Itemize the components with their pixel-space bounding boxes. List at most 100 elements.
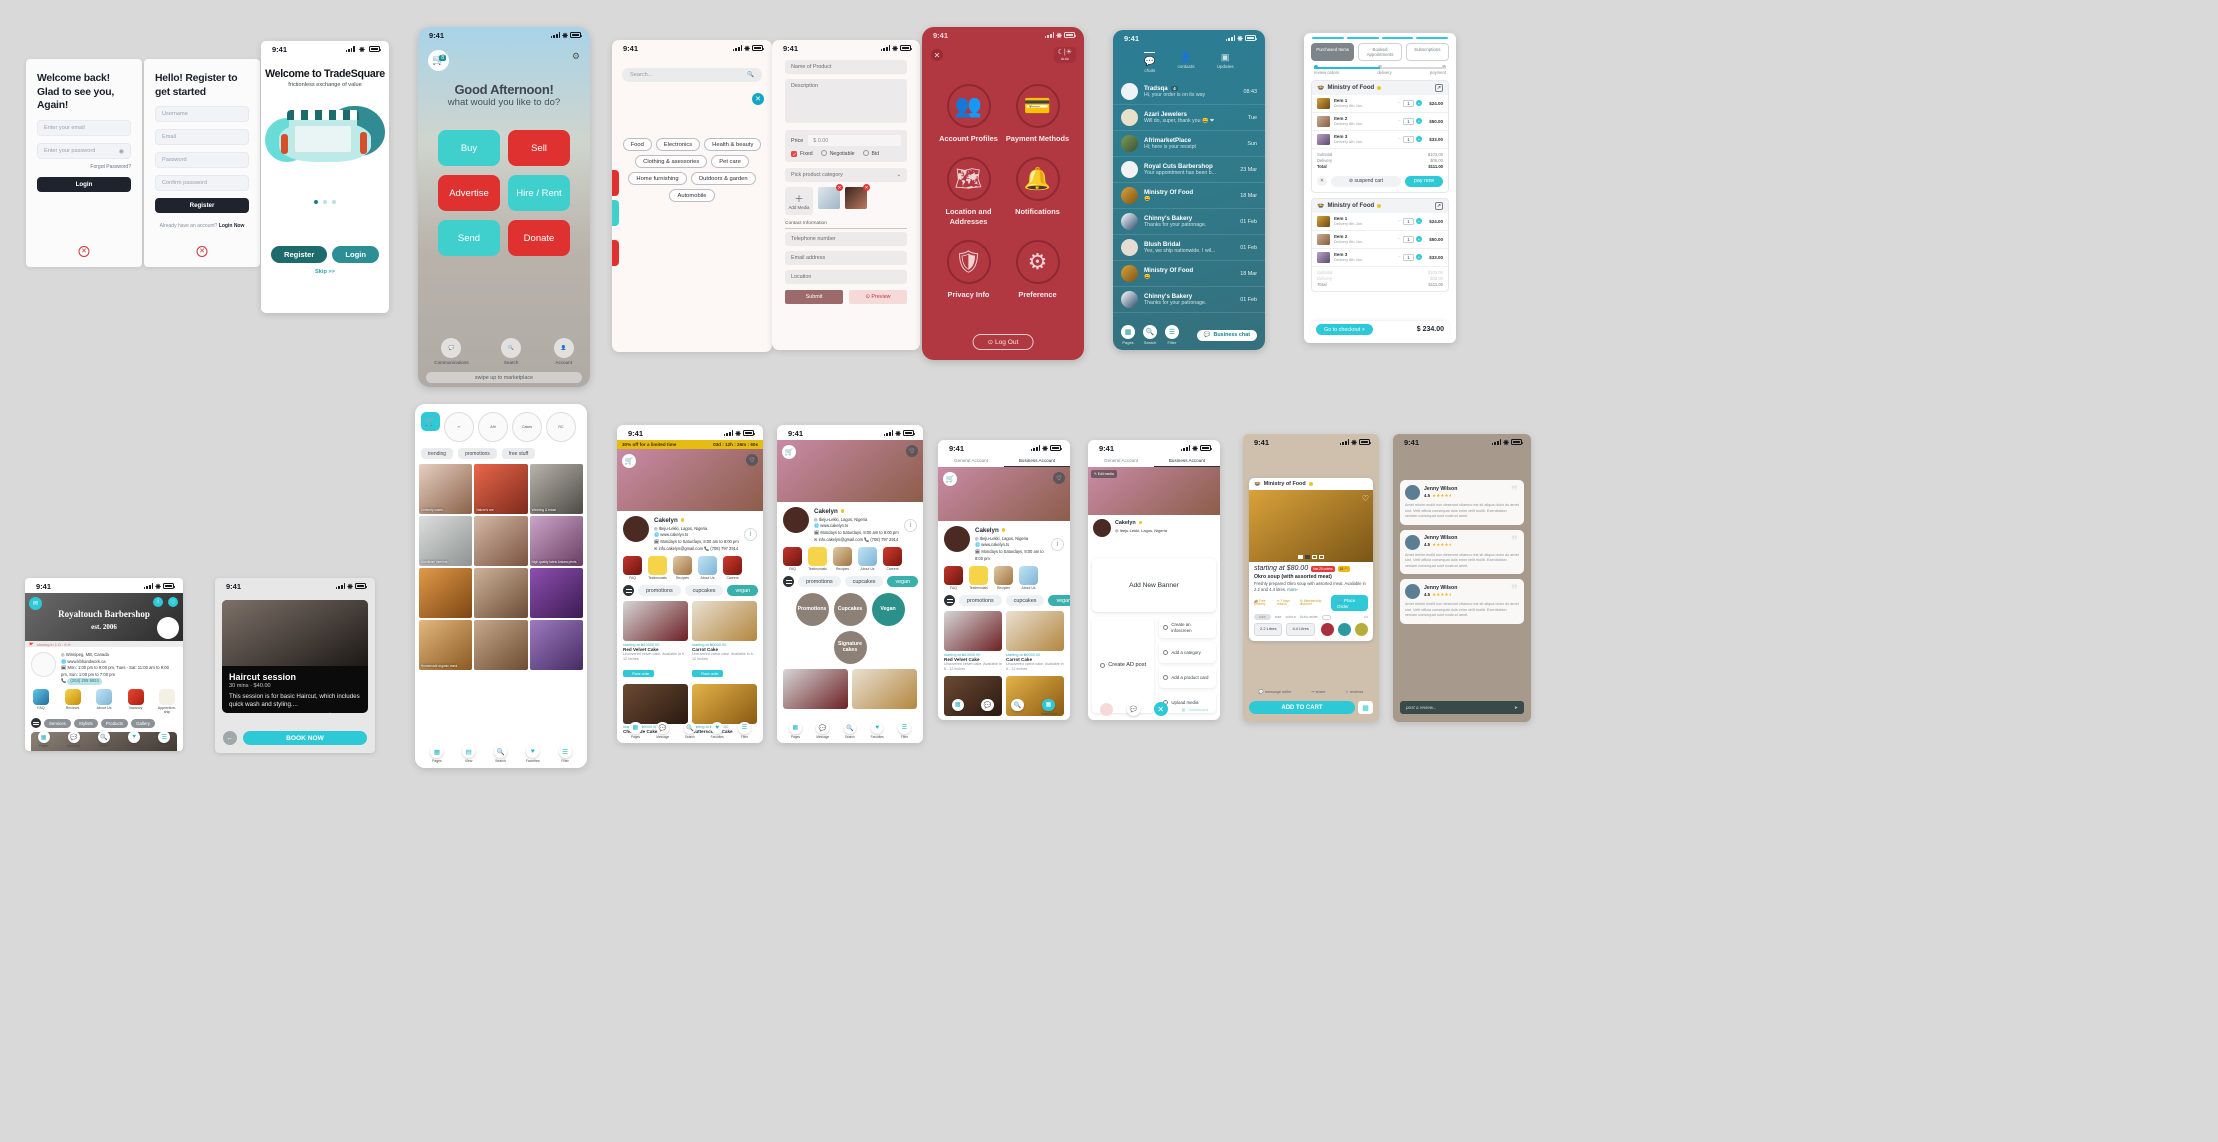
link-recipies[interactable]: Recipies xyxy=(993,566,1014,590)
link-apprenticeship[interactable]: Apprentice-ship xyxy=(157,688,177,714)
heart-icon[interactable]: ♡ xyxy=(1362,494,1369,503)
nav-search[interactable]: 🔍 Search xyxy=(683,721,697,739)
email-input[interactable]: Email address xyxy=(785,251,907,265)
remove-icon[interactable]: ✕ xyxy=(863,184,870,191)
chip-free-stuff[interactable]: free stuff xyxy=(501,448,536,459)
tab-general-account[interactable]: General Account xyxy=(938,455,1004,467)
shop-phone[interactable]: 📞 (204) 295 9924 xyxy=(61,678,177,685)
shop-contact[interactable]: ✉ info.cakelyn@gmail.com 📞 (708) 797 291… xyxy=(654,546,739,553)
message-seller-button[interactable]: 💬 message seller xyxy=(1259,689,1292,694)
close-icon[interactable]: ✕ xyxy=(1153,702,1168,716)
back-button[interactable]: ← xyxy=(223,731,237,745)
add-category-option[interactable]: Add a category xyxy=(1159,642,1216,663)
nav-account[interactable]: 👤 Account xyxy=(553,338,574,365)
swipe-hint[interactable]: swipe up to marketplace xyxy=(426,372,582,383)
cart-icon[interactable]: 🛒 xyxy=(421,412,440,431)
nav-favorites[interactable]: ♥ Favorites xyxy=(526,745,540,763)
skip-link[interactable]: Skip >> xyxy=(261,269,389,275)
shop-contact[interactable]: ✉ info.cakelyn@gmail.com 📞 (708) 797 291… xyxy=(814,537,899,544)
location-input[interactable]: Location xyxy=(785,270,907,284)
close-search-icon[interactable]: ✕ xyxy=(752,93,764,105)
register-button[interactable]: Register xyxy=(155,198,249,214)
preview-button[interactable]: ⊙ Preview xyxy=(849,290,907,304)
link-faq[interactable]: FAQ xyxy=(31,688,51,715)
product-card[interactable]: starting at ₦9000.00 Carrot Cake Uncover… xyxy=(1006,611,1064,671)
nav-filter[interactable]: ☰ Filter xyxy=(558,745,572,763)
tab-subscriptions[interactable]: Subscriptions xyxy=(1405,42,1449,62)
link-testimonials[interactable]: Testimonials xyxy=(647,556,668,580)
merchant-logo[interactable]: Afri xyxy=(478,412,508,442)
nav-pages[interactable]: ▦ Pages xyxy=(430,745,444,763)
grid-tile[interactable]: High quality fabric Ankara prints xyxy=(529,516,583,566)
grid-tile[interactable] xyxy=(474,516,528,566)
add-product-card-option[interactable]: Add a product card xyxy=(1159,667,1216,688)
nav-pages[interactable]: ▦ Pages xyxy=(1121,325,1135,345)
email-field[interactable]: Email xyxy=(155,129,249,146)
link-about-us[interactable]: About Us xyxy=(94,688,114,715)
pages-icon[interactable]: ▦ xyxy=(1358,701,1373,714)
info-icon[interactable]: i xyxy=(904,518,917,532)
nav-filter[interactable]: ☰ Filter xyxy=(898,721,911,739)
tab-cupcakes[interactable]: cupcakes xyxy=(1005,595,1045,607)
grid-tile[interactable] xyxy=(474,568,528,618)
grid-tile[interactable] xyxy=(529,620,583,670)
link-recipies[interactable]: Recipies xyxy=(832,547,853,571)
list-item[interactable]: Azari Jewelers Will do, super, thank you … xyxy=(1113,105,1265,131)
quantity-stepper[interactable]: −1 + xyxy=(1398,135,1422,143)
category-chip[interactable]: Outdoors & garden xyxy=(690,172,756,185)
category-chip[interactable]: Health & beauty xyxy=(704,138,762,151)
heart-icon[interactable]: ♡ xyxy=(1053,472,1065,484)
menu-icon[interactable] xyxy=(31,718,41,728)
add-media-button[interactable]: ＋ Add Media xyxy=(785,187,813,215)
heart-icon[interactable]: ♡ xyxy=(746,454,758,466)
donate-button[interactable]: Donate xyxy=(508,220,570,256)
book-now-button[interactable]: BOOK NOW xyxy=(243,731,367,745)
product-card[interactable] xyxy=(852,669,917,710)
quantity-value[interactable]: 1 xyxy=(1403,135,1414,143)
grid-tile[interactable]: Homemade organic mask xyxy=(419,620,473,670)
category-chip[interactable]: Clothing & asessories xyxy=(635,155,708,168)
link-testimonials[interactable]: Testimonials xyxy=(807,547,828,571)
info-icon[interactable]: i xyxy=(1051,537,1064,551)
category-chip[interactable]: Food xyxy=(622,138,652,151)
go-to-checkout-button[interactable]: Go to checkout > xyxy=(1316,324,1373,335)
send-button[interactable]: Send xyxy=(438,220,500,256)
nav-search[interactable]: 🔍 Search xyxy=(493,745,507,763)
forgot-password-link[interactable]: Forgot Password? xyxy=(37,164,131,170)
password-field[interactable]: Enter your password ◉ xyxy=(37,143,131,160)
tab-vegan[interactable]: vegan xyxy=(1048,595,1070,607)
grid-tile[interactable] xyxy=(474,620,528,670)
product-card[interactable]: starting at ₦10000.00 Red Velvet Cake Un… xyxy=(623,601,688,679)
place-order-button[interactable]: 🛒 Place order xyxy=(692,670,723,678)
link-reviews[interactable]: Reviews xyxy=(63,688,83,715)
sidebar-item-preference[interactable]: ⚙ Preference xyxy=(1003,239,1072,299)
create-infoscreen-option[interactable]: Create an infoscreen xyxy=(1159,617,1216,638)
chip-promotions[interactable]: promotions xyxy=(458,448,497,459)
tab-services[interactable]: Services xyxy=(44,718,71,728)
nav-search[interactable]: 🔍 xyxy=(1011,698,1024,717)
list-item[interactable]: AfrimarketPlace Hi; here is your receipt … xyxy=(1113,131,1265,157)
nav-pages[interactable]: ▦ Pages xyxy=(789,721,802,739)
quantity-value[interactable]: 1 xyxy=(1403,253,1414,261)
grid-tile[interactable] xyxy=(529,568,583,618)
nav-filter[interactable]: ☰ Filter xyxy=(738,721,751,739)
tab-business-account[interactable]: Business Account xyxy=(1004,455,1070,467)
tab-promotions[interactable]: promotions xyxy=(798,576,841,588)
menu-icon[interactable] xyxy=(783,576,794,588)
nav-filter[interactable]: ☰ Filter xyxy=(1165,325,1179,345)
nav-communications[interactable]: 💬 Communications xyxy=(434,338,469,365)
size-tab[interactable]: size xyxy=(1254,614,1271,621)
colour-swatch-teal[interactable] xyxy=(1338,623,1351,637)
colour-swatch-red[interactable] xyxy=(1321,623,1334,637)
chip-trending[interactable]: trending xyxy=(421,448,454,459)
cart-icon[interactable]: 🛒 xyxy=(782,445,796,459)
quantity-stepper[interactable]: −1 + xyxy=(1398,217,1422,225)
link-about-us[interactable]: About Us xyxy=(1018,566,1039,590)
link-faq[interactable]: FAQ xyxy=(622,556,643,580)
buy-button[interactable]: Buy xyxy=(438,130,500,166)
more-options-icon[interactable]: ••• xyxy=(1364,615,1368,619)
close-icon[interactable]: ✕ xyxy=(78,246,90,257)
login-button[interactable]: Login xyxy=(37,177,131,193)
business-chat-button[interactable]: 💬 Business chat xyxy=(1196,329,1257,341)
list-item[interactable]: Tradsqa 4 Hi, your order is on its way 08:… xyxy=(1113,79,1265,105)
